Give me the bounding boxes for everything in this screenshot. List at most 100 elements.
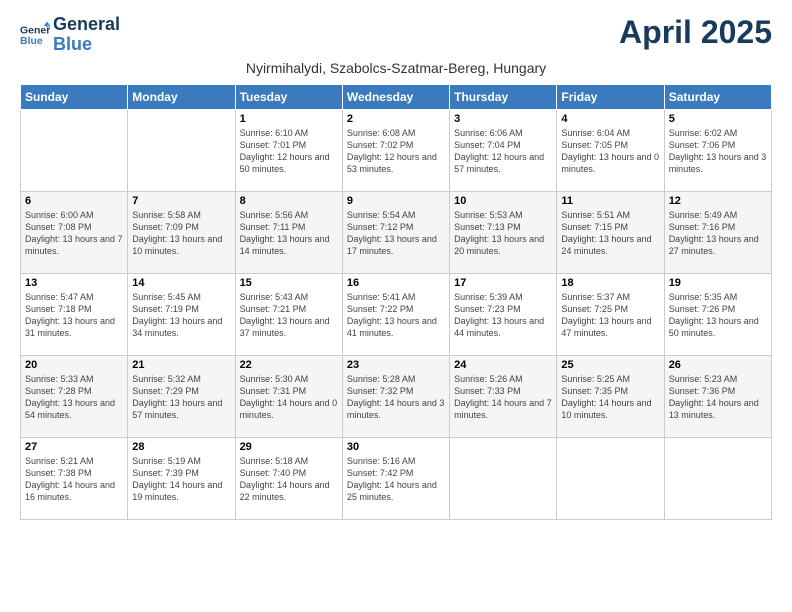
- day-number: 10: [454, 195, 552, 207]
- day-number: 7: [132, 195, 230, 207]
- calendar-cell: 3 Sunrise: 6:06 AM Sunset: 7:04 PM Daylig…: [450, 109, 557, 191]
- day-number: 4: [561, 113, 659, 125]
- calendar-cell: 26 Sunrise: 5:23 AM Sunset: 7:36 PM Dayli…: [664, 355, 771, 437]
- calendar-cell: 21Sunrise: 5:32 AM Sunset: 7:29 PM Dayli…: [128, 355, 235, 437]
- cell-info: Sunrise: 5:35 AM Sunset: 7:26 PM Dayligh…: [669, 291, 767, 340]
- day-number: 2: [347, 113, 445, 125]
- cell-info: Sunrise: 5:33 AM Sunset: 7:28 PM Dayligh…: [25, 373, 123, 422]
- cell-info: Sunrise: 5:45 AM Sunset: 7:19 PM Dayligh…: [132, 291, 230, 340]
- cell-info: Sunrise: 5:56 AM Sunset: 7:11 PM Dayligh…: [240, 209, 338, 258]
- calendar-cell: 27Sunrise: 5:21 AM Sunset: 7:38 PM Dayli…: [21, 437, 128, 519]
- day-number: 24: [454, 359, 552, 371]
- col-saturday: Saturday: [664, 84, 771, 109]
- col-tuesday: Tuesday: [235, 84, 342, 109]
- calendar-cell: 11 Sunrise: 5:51 AM Sunset: 7:15 PM Dayli…: [557, 191, 664, 273]
- calendar-week-3: 13 Sunrise: 5:47 AM Sunset: 7:18 PM Dayli…: [21, 273, 772, 355]
- calendar-cell: [664, 437, 771, 519]
- cell-info: Sunrise: 5:32 AM Sunset: 7:29 PM Dayligh…: [132, 373, 230, 422]
- svg-text:Blue: Blue: [20, 35, 43, 47]
- day-number: 6: [25, 195, 123, 207]
- cell-info: Sunrise: 5:30 AM Sunset: 7:31 PM Dayligh…: [240, 373, 338, 422]
- calendar-cell: 1 Sunrise: 6:10 AM Sunset: 7:01 PM Daylig…: [235, 109, 342, 191]
- cell-info: Sunrise: 5:26 AM Sunset: 7:33 PM Dayligh…: [454, 373, 552, 422]
- calendar-cell: 22Sunrise: 5:30 AM Sunset: 7:31 PM Dayli…: [235, 355, 342, 437]
- cell-info: Sunrise: 6:00 AM Sunset: 7:08 PM Dayligh…: [25, 209, 123, 258]
- calendar-table: Sunday Monday Tuesday Wednesday Thursday…: [20, 84, 772, 520]
- cell-info: Sunrise: 6:02 AM Sunset: 7:06 PM Dayligh…: [669, 127, 767, 176]
- cell-info: Sunrise: 6:08 AM Sunset: 7:02 PM Dayligh…: [347, 127, 445, 176]
- calendar-cell: 30Sunrise: 5:16 AM Sunset: 7:42 PM Dayli…: [342, 437, 449, 519]
- calendar-cell: 14 Sunrise: 5:45 AM Sunset: 7:19 PM Dayli…: [128, 273, 235, 355]
- cell-info: Sunrise: 6:10 AM Sunset: 7:01 PM Dayligh…: [240, 127, 338, 176]
- calendar-week-5: 27Sunrise: 5:21 AM Sunset: 7:38 PM Dayli…: [21, 437, 772, 519]
- day-number: 25: [561, 359, 659, 371]
- cell-info: Sunrise: 5:16 AM Sunset: 7:42 PM Dayligh…: [347, 455, 445, 504]
- calendar-cell: [557, 437, 664, 519]
- calendar-cell: 28Sunrise: 5:19 AM Sunset: 7:39 PM Dayli…: [128, 437, 235, 519]
- title-section: April 2025: [619, 15, 772, 50]
- calendar-cell: 19Sunrise: 5:35 AM Sunset: 7:26 PM Dayli…: [664, 273, 771, 355]
- day-number: 11: [561, 195, 659, 207]
- col-sunday: Sunday: [21, 84, 128, 109]
- day-number: 3: [454, 113, 552, 125]
- cell-info: Sunrise: 6:06 AM Sunset: 7:04 PM Dayligh…: [454, 127, 552, 176]
- logo-text: General Blue: [53, 15, 120, 55]
- calendar-cell: 7 Sunrise: 5:58 AM Sunset: 7:09 PM Daylig…: [128, 191, 235, 273]
- calendar-week-4: 20Sunrise: 5:33 AM Sunset: 7:28 PM Dayli…: [21, 355, 772, 437]
- day-number: 5: [669, 113, 767, 125]
- cell-info: Sunrise: 5:37 AM Sunset: 7:25 PM Dayligh…: [561, 291, 659, 340]
- cell-info: Sunrise: 5:58 AM Sunset: 7:09 PM Dayligh…: [132, 209, 230, 258]
- cell-info: Sunrise: 5:47 AM Sunset: 7:18 PM Dayligh…: [25, 291, 123, 340]
- header-row: Sunday Monday Tuesday Wednesday Thursday…: [21, 84, 772, 109]
- calendar-cell: 12 Sunrise: 5:49 AM Sunset: 7:16 PM Dayli…: [664, 191, 771, 273]
- calendar-cell: 5 Sunrise: 6:02 AM Sunset: 7:06 PM Daylig…: [664, 109, 771, 191]
- cell-info: Sunrise: 5:23 AM Sunset: 7:36 PM Dayligh…: [669, 373, 767, 422]
- calendar-cell: 13 Sunrise: 5:47 AM Sunset: 7:18 PM Dayli…: [21, 273, 128, 355]
- cell-info: Sunrise: 5:43 AM Sunset: 7:21 PM Dayligh…: [240, 291, 338, 340]
- calendar-cell: 17 Sunrise: 5:39 AM Sunset: 7:23 PM Dayli…: [450, 273, 557, 355]
- cell-info: Sunrise: 5:53 AM Sunset: 7:13 PM Dayligh…: [454, 209, 552, 258]
- calendar-cell: 15 Sunrise: 5:43 AM Sunset: 7:21 PM Dayli…: [235, 273, 342, 355]
- calendar-cell: 18 Sunrise: 5:37 AM Sunset: 7:25 PM Dayli…: [557, 273, 664, 355]
- cell-info: Sunrise: 5:51 AM Sunset: 7:15 PM Dayligh…: [561, 209, 659, 258]
- col-thursday: Thursday: [450, 84, 557, 109]
- calendar-cell: 24 Sunrise: 5:26 AM Sunset: 7:33 PM Dayli…: [450, 355, 557, 437]
- header: General Blue General Blue April 2025: [20, 15, 772, 55]
- subtitle: Nyirmihalydi, Szabolcs-Szatmar-Bereg, Hu…: [20, 60, 772, 76]
- calendar-cell: 16 Sunrise: 5:41 AM Sunset: 7:22 PM Dayli…: [342, 273, 449, 355]
- day-number: 1: [240, 113, 338, 125]
- day-number: 17: [454, 277, 552, 289]
- day-number: 15: [240, 277, 338, 289]
- calendar-cell: 6 Sunrise: 6:00 AM Sunset: 7:08 PM Daylig…: [21, 191, 128, 273]
- col-wednesday: Wednesday: [342, 84, 449, 109]
- calendar-cell: 2 Sunrise: 6:08 AM Sunset: 7:02 PM Daylig…: [342, 109, 449, 191]
- cell-info: Sunrise: 5:18 AM Sunset: 7:40 PM Dayligh…: [240, 455, 338, 504]
- calendar-cell: [128, 109, 235, 191]
- cell-info: Sunrise: 5:28 AM Sunset: 7:32 PM Dayligh…: [347, 373, 445, 422]
- cell-info: Sunrise: 5:49 AM Sunset: 7:16 PM Dayligh…: [669, 209, 767, 258]
- day-number: 26: [669, 359, 767, 371]
- day-number: 14: [132, 277, 230, 289]
- cell-info: Sunrise: 6:04 AM Sunset: 7:05 PM Dayligh…: [561, 127, 659, 176]
- calendar-cell: 8Sunrise: 5:56 AM Sunset: 7:11 PM Daylig…: [235, 191, 342, 273]
- cell-info: Sunrise: 5:25 AM Sunset: 7:35 PM Dayligh…: [561, 373, 659, 422]
- day-number: 29: [240, 441, 338, 453]
- main-title: April 2025: [619, 15, 772, 50]
- calendar-cell: 4 Sunrise: 6:04 AM Sunset: 7:05 PM Daylig…: [557, 109, 664, 191]
- cell-info: Sunrise: 5:19 AM Sunset: 7:39 PM Dayligh…: [132, 455, 230, 504]
- calendar-cell: 25 Sunrise: 5:25 AM Sunset: 7:35 PM Dayli…: [557, 355, 664, 437]
- cell-info: Sunrise: 5:41 AM Sunset: 7:22 PM Dayligh…: [347, 291, 445, 340]
- day-number: 23: [347, 359, 445, 371]
- cell-info: Sunrise: 5:21 AM Sunset: 7:38 PM Dayligh…: [25, 455, 123, 504]
- day-number: 16: [347, 277, 445, 289]
- col-monday: Monday: [128, 84, 235, 109]
- calendar-week-2: 6 Sunrise: 6:00 AM Sunset: 7:08 PM Daylig…: [21, 191, 772, 273]
- calendar-cell: 10 Sunrise: 5:53 AM Sunset: 7:13 PM Dayli…: [450, 191, 557, 273]
- calendar-cell: 29 Sunrise: 5:18 AM Sunset: 7:40 PM Dayli…: [235, 437, 342, 519]
- day-number: 9: [347, 195, 445, 207]
- day-number: 18: [561, 277, 659, 289]
- cell-info: Sunrise: 5:54 AM Sunset: 7:12 PM Dayligh…: [347, 209, 445, 258]
- cell-info: Sunrise: 5:39 AM Sunset: 7:23 PM Dayligh…: [454, 291, 552, 340]
- day-number: 12: [669, 195, 767, 207]
- day-number: 13: [25, 277, 123, 289]
